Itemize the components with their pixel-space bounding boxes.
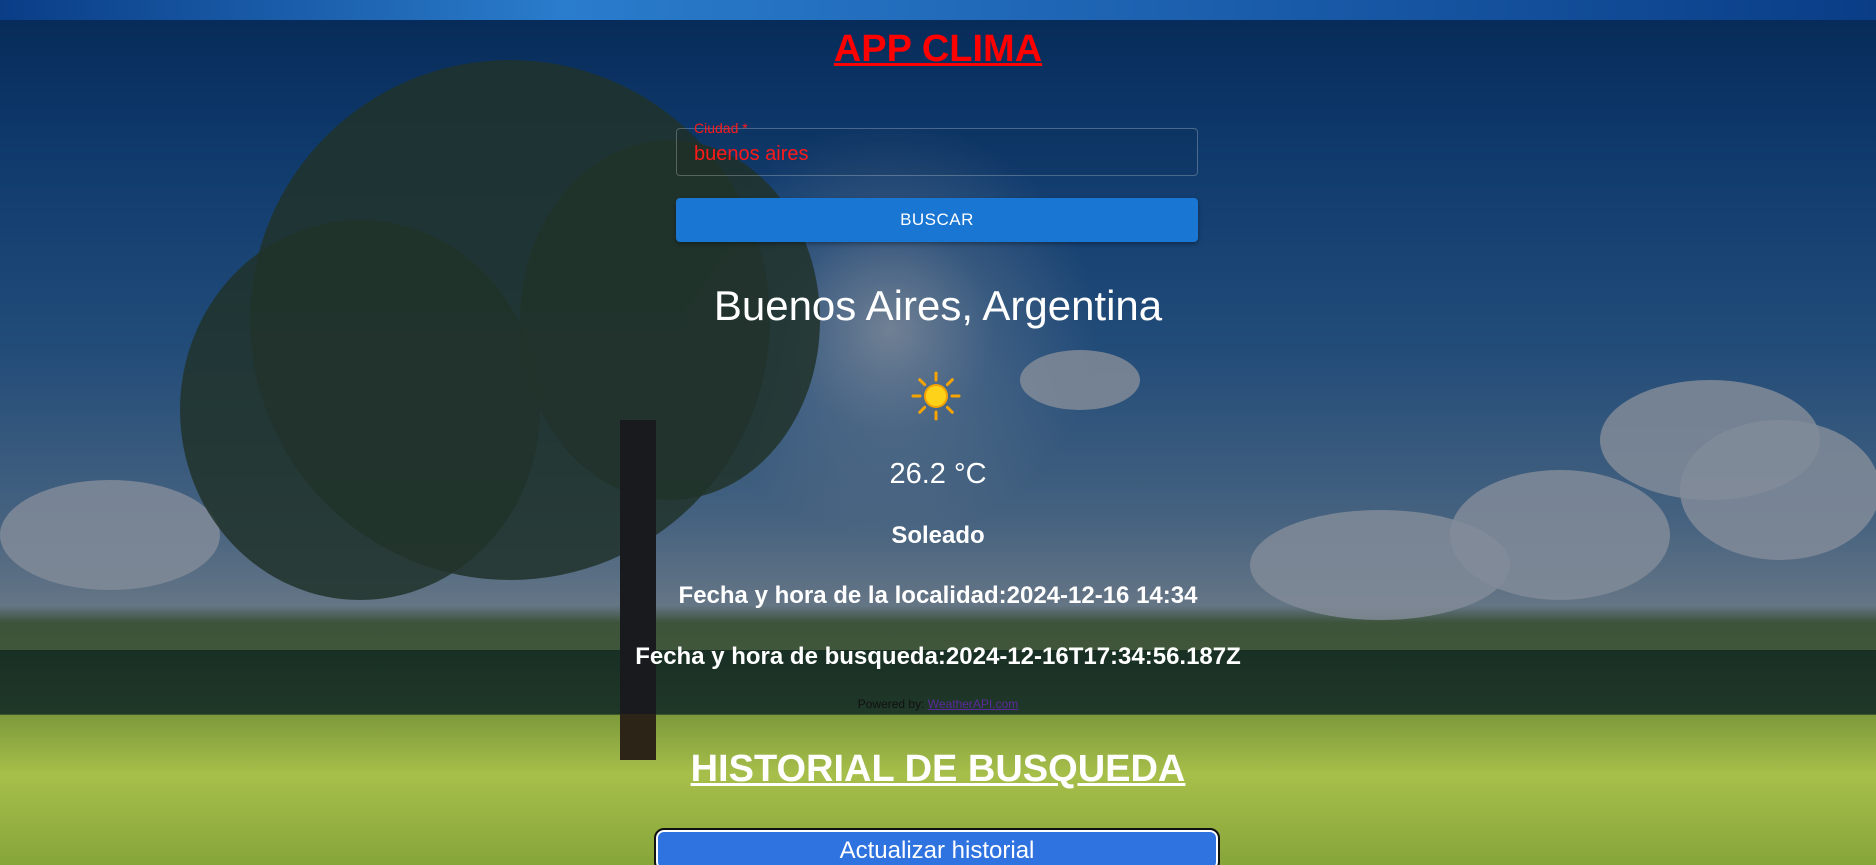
app-title: APP CLIMA [833,28,1043,70]
local-datetime: Fecha y hora de la localidad:2024-12-16 … [678,582,1198,609]
weatherapi-link[interactable]: WeatherAPI.com [928,697,1018,711]
weather-condition: Soleado [891,522,985,549]
search-datetime: Fecha y hora de busqueda:2024-12-16T17:3… [635,643,1241,670]
search-button[interactable]: BUSCAR [676,198,1198,242]
update-history-button[interactable]: Actualizar historial [654,828,1220,865]
page-background: APP CLIMA Ciudad * BUSCAR Buenos Aires, … [0,0,1876,865]
powered-by-label: Powered by: [857,697,928,711]
powered-by: Powered by: WeatherAPI.com [0,697,1876,711]
sun-icon [911,371,961,421]
history-title: HISTORIAL DE BUSQUEDA [690,748,1186,790]
temperature: 26.2 °C [889,458,987,490]
city-label: Ciudad * [694,120,748,136]
city-input[interactable] [694,141,1174,167]
city-field[interactable]: Ciudad * [676,120,1198,176]
main-content: APP CLIMA Ciudad * BUSCAR Buenos Aires, … [0,0,1876,865]
location-name: Buenos Aires, Argentina [713,282,1163,329]
